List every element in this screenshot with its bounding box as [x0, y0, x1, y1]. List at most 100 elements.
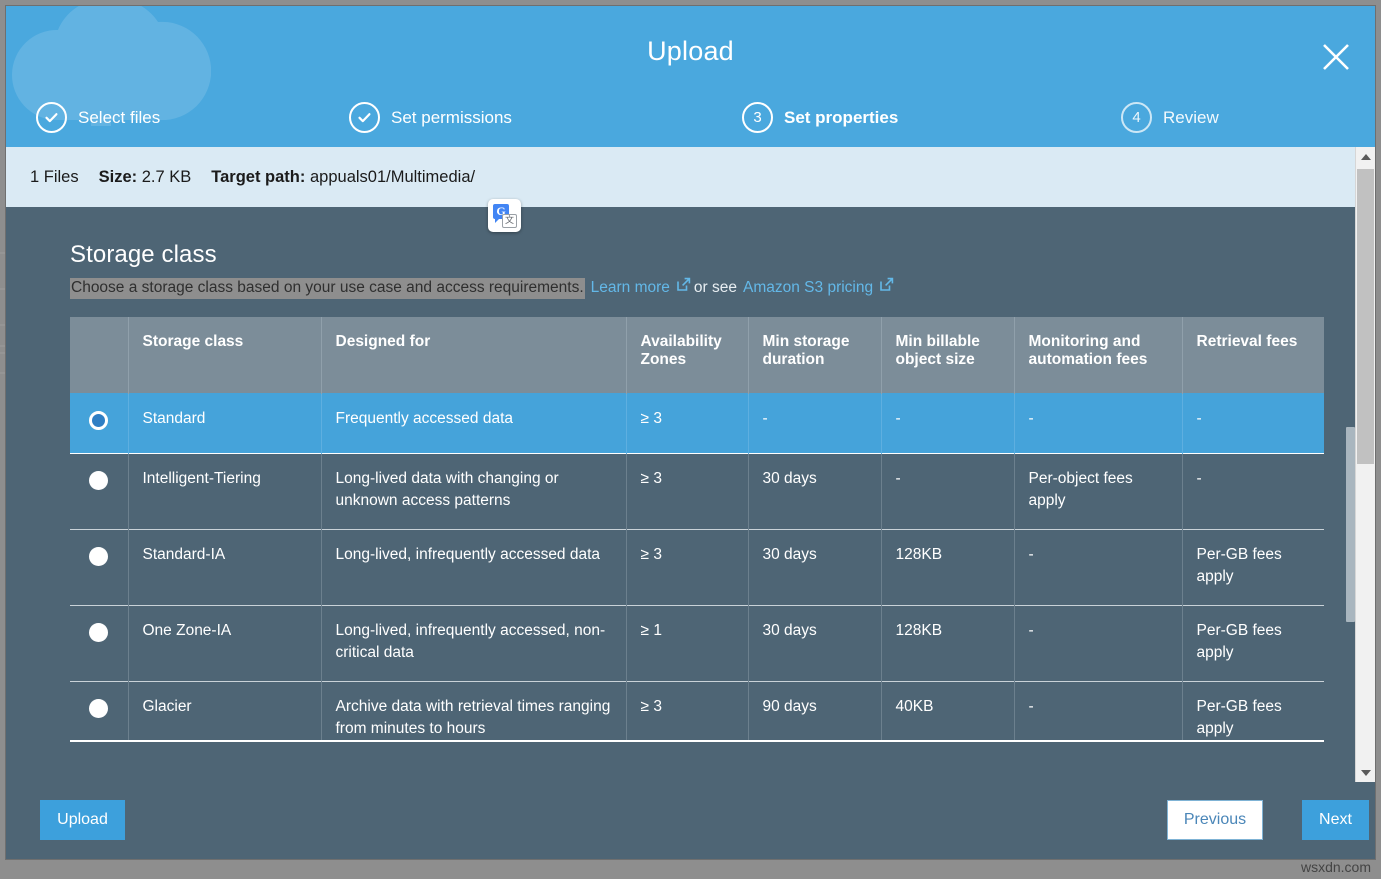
step-review[interactable]: 4 Review	[1121, 102, 1219, 133]
cell-min-billable-object-size: 128KB	[881, 605, 1014, 681]
row-select-cell[interactable]	[70, 605, 128, 681]
cell-min-billable-object-size-text: 128KB	[882, 620, 1014, 642]
cell-min-billable-object-size: 128KB	[881, 529, 1014, 605]
col-header-storage-class-text: Storage class	[129, 333, 321, 351]
close-icon[interactable]	[1315, 36, 1357, 78]
cell-min-storage-duration-text: 30 days	[749, 468, 881, 490]
radio-button[interactable]	[89, 623, 108, 642]
table-row[interactable]: Intelligent-Tiering Long-lived data with…	[70, 453, 1324, 529]
cell-monitoring-fees-text: -	[1015, 696, 1182, 718]
cell-storage-class: Standard-IA	[128, 529, 321, 605]
screen: Upload Select files	[0, 0, 1381, 879]
upload-info-bar: 1 Files Size: 2.7 KB Target path: appual…	[6, 147, 1375, 207]
cell-min-billable-object-size-text: -	[882, 468, 1014, 490]
step-number-4: 4	[1121, 102, 1152, 133]
row-select-cell[interactable]	[70, 393, 128, 453]
row-select-cell[interactable]	[70, 453, 128, 529]
cell-storage-class: Intelligent-Tiering	[128, 453, 321, 529]
table-row[interactable]: Glacier Archive data with retrieval time…	[70, 681, 1324, 747]
row-select-cell[interactable]	[70, 529, 128, 605]
table-row[interactable]: One Zone-IA Long-lived, infrequently acc…	[70, 605, 1324, 681]
col-header-designed-for-text: Designed for	[322, 333, 626, 351]
cell-designed-for-text: Long-lived, infrequently accessed data	[322, 544, 626, 566]
table-row[interactable]: Standard-IA Long-lived, infrequently acc…	[70, 529, 1324, 605]
radio-button[interactable]	[89, 411, 108, 430]
cell-availability-zones: ≥ 3	[626, 681, 748, 747]
step-number-3: 3	[742, 102, 773, 133]
section-title: Storage class	[70, 241, 1375, 269]
col-header-availability-zones: Availability Zones	[626, 317, 748, 393]
cell-designed-for-text: Frequently accessed data	[322, 408, 626, 430]
previous-button[interactable]: Previous	[1167, 800, 1263, 840]
modal-scrollbar-thumb[interactable]	[1357, 169, 1374, 464]
radio-button[interactable]	[89, 471, 108, 490]
cell-monitoring-fees-text: Per-object fees apply	[1015, 468, 1182, 513]
upload-button[interactable]: Upload	[40, 800, 125, 840]
scroll-down-icon[interactable]	[1356, 763, 1375, 782]
cell-availability-zones-text: ≥ 3	[627, 408, 748, 430]
col-header-storage-class: Storage class	[128, 317, 321, 393]
upload-modal: Upload Select files	[6, 6, 1375, 859]
col-header-min-storage-duration-text: Min storage duration	[749, 333, 881, 369]
step-select-files[interactable]: Select files	[36, 102, 160, 133]
cell-min-storage-duration: 30 days	[748, 529, 881, 605]
col-header-select	[70, 317, 128, 393]
cell-storage-class: Glacier	[128, 681, 321, 747]
radio-button[interactable]	[89, 699, 108, 718]
radio-button[interactable]	[89, 547, 108, 566]
learn-more-link[interactable]: Learn more	[591, 279, 670, 297]
modal-scrollbar[interactable]	[1355, 147, 1375, 782]
cell-availability-zones: ≥ 1	[626, 605, 748, 681]
col-header-designed-for: Designed for	[321, 317, 626, 393]
table-row[interactable]: Standard Frequently accessed data ≥ 3 - …	[70, 393, 1324, 453]
cell-min-storage-duration: 90 days	[748, 681, 881, 747]
step-label-set-properties: Set properties	[784, 108, 898, 128]
size-label: Size:	[99, 168, 138, 186]
section-description: Choose a storage class based on your use…	[70, 278, 585, 299]
target-path-value: appuals01/Multimedia/	[310, 168, 475, 186]
google-translate-icon[interactable]: G 文	[488, 199, 521, 232]
page-title: Upload	[6, 36, 1375, 67]
cell-retrieval-fees-text: Per-GB fees apply	[1183, 620, 1325, 665]
table-header-row: Storage class Designed for Availability …	[70, 317, 1324, 393]
or-see-text: or see	[694, 279, 737, 297]
cell-monitoring-fees: -	[1014, 605, 1182, 681]
cell-storage-class-text: Glacier	[129, 696, 321, 718]
cell-min-storage-duration-text: 90 days	[749, 696, 881, 718]
col-header-monitoring-fees: Monitoring and automation fees	[1014, 317, 1182, 393]
amazon-s3-pricing-link[interactable]: Amazon S3 pricing	[743, 279, 873, 297]
cell-retrieval-fees: Per-GB fees apply	[1182, 529, 1324, 605]
cell-monitoring-fees: Per-object fees apply	[1014, 453, 1182, 529]
step-set-permissions[interactable]: Set permissions	[349, 102, 512, 133]
cell-min-storage-duration: 30 days	[748, 605, 881, 681]
col-header-monitoring-fees-text: Monitoring and automation fees	[1015, 333, 1182, 369]
cell-monitoring-fees: -	[1014, 681, 1182, 747]
col-header-min-storage-duration: Min storage duration	[748, 317, 881, 393]
cell-availability-zones: ≥ 3	[626, 393, 748, 453]
cell-min-billable-object-size-text: 40KB	[882, 696, 1014, 718]
row-select-cell[interactable]	[70, 681, 128, 747]
table-bottom-edge	[70, 740, 1324, 747]
col-header-min-billable-object-size-text: Min billable object size	[882, 333, 1014, 369]
cell-designed-for-text: Long-lived data with changing or unknown…	[322, 468, 626, 513]
cell-storage-class: Standard	[128, 393, 321, 453]
scroll-up-icon[interactable]	[1356, 147, 1375, 166]
inner-scrollbar-thumb[interactable]	[1346, 427, 1355, 622]
cell-monitoring-fees: -	[1014, 393, 1182, 453]
col-header-availability-zones-text: Availability Zones	[627, 333, 748, 369]
step-set-properties[interactable]: 3 Set properties	[742, 102, 898, 133]
cell-designed-for-text: Long-lived, infrequently accessed, non-c…	[322, 620, 626, 665]
check-icon	[349, 102, 380, 133]
cell-storage-class-text: Intelligent-Tiering	[129, 468, 321, 490]
cell-retrieval-fees: Per-GB fees apply	[1182, 605, 1324, 681]
cell-availability-zones: ≥ 3	[626, 453, 748, 529]
storage-class-table: Storage class Designed for Availability …	[70, 317, 1324, 747]
section-description-line: Choose a storage class based on your use…	[70, 277, 1375, 299]
cell-retrieval-fees-text: Per-GB fees apply	[1183, 696, 1325, 741]
cell-availability-zones-text: ≥ 3	[627, 468, 748, 490]
cell-designed-for: Long-lived data with changing or unknown…	[321, 453, 626, 529]
translate-cjk-glyph: 文	[502, 214, 517, 228]
next-button[interactable]: Next	[1302, 800, 1369, 840]
cell-designed-for: Long-lived, infrequently accessed, non-c…	[321, 605, 626, 681]
target-path-label: Target path:	[211, 168, 305, 186]
